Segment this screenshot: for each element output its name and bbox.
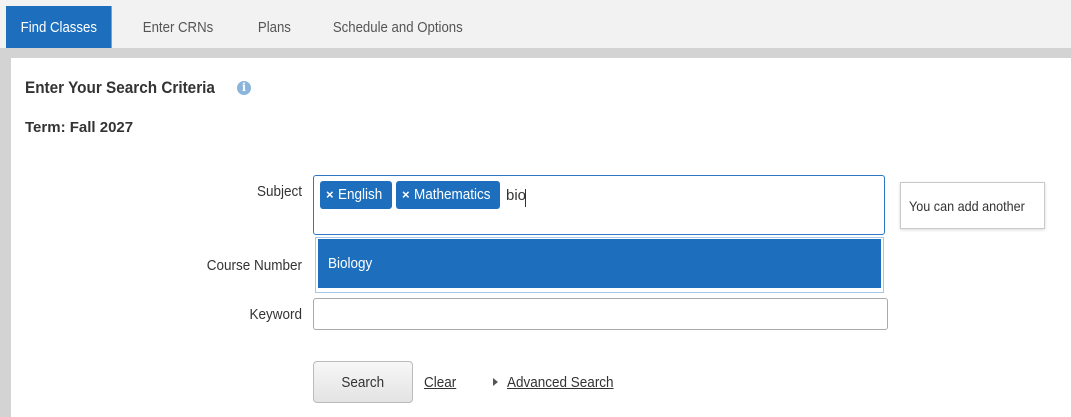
chip-mathematics: × Mathematics bbox=[396, 181, 500, 209]
tab-label: Find Classes bbox=[20, 19, 97, 36]
chip-english: × English bbox=[320, 181, 392, 209]
tooltip-text: You can add another bbox=[909, 198, 1025, 214]
keyword-input[interactable] bbox=[313, 298, 888, 330]
term-label: Term: Fall 2027 bbox=[25, 119, 134, 136]
tab-label: Schedule and Options bbox=[332, 19, 463, 36]
remove-chip-icon[interactable]: × bbox=[402, 181, 410, 209]
search-button[interactable]: Search bbox=[313, 361, 413, 403]
page-title: Enter Your Search Criteria bbox=[25, 78, 215, 97]
advanced-search-link[interactable]: Advanced Search bbox=[507, 374, 614, 391]
tab-label: Plans bbox=[257, 19, 291, 36]
keyword-label: Keyword bbox=[249, 306, 302, 323]
tab-label: Enter CRNs bbox=[142, 19, 214, 36]
subject-tooltip: You can add another bbox=[900, 182, 1045, 229]
remove-chip-icon[interactable]: × bbox=[326, 181, 334, 209]
tab-plans[interactable]: Plans bbox=[248, 6, 301, 48]
tab-enter-crns[interactable]: Enter CRNs bbox=[134, 6, 222, 48]
search-button-label: Search bbox=[341, 374, 385, 391]
triangle-right-icon bbox=[493, 378, 498, 386]
tab-schedule-and-options[interactable]: Schedule and Options bbox=[323, 6, 473, 48]
text-caret bbox=[525, 189, 526, 207]
chip-label: English bbox=[337, 186, 382, 203]
tab-find-classes[interactable]: Find Classes bbox=[6, 6, 112, 48]
clear-link[interactable]: Clear bbox=[424, 374, 456, 391]
chip-label: Mathematics bbox=[413, 186, 491, 203]
panel-border-left bbox=[0, 48, 11, 417]
option-label: Biology bbox=[328, 255, 373, 272]
course-number-label: Course Number bbox=[206, 257, 302, 274]
panel-border-top bbox=[11, 48, 1071, 58]
subject-label: Subject bbox=[256, 183, 302, 200]
subject-typed-text[interactable]: bio bbox=[506, 187, 526, 204]
info-icon[interactable]: i bbox=[237, 81, 251, 95]
dropdown-option-biology[interactable]: Biology bbox=[318, 239, 881, 288]
